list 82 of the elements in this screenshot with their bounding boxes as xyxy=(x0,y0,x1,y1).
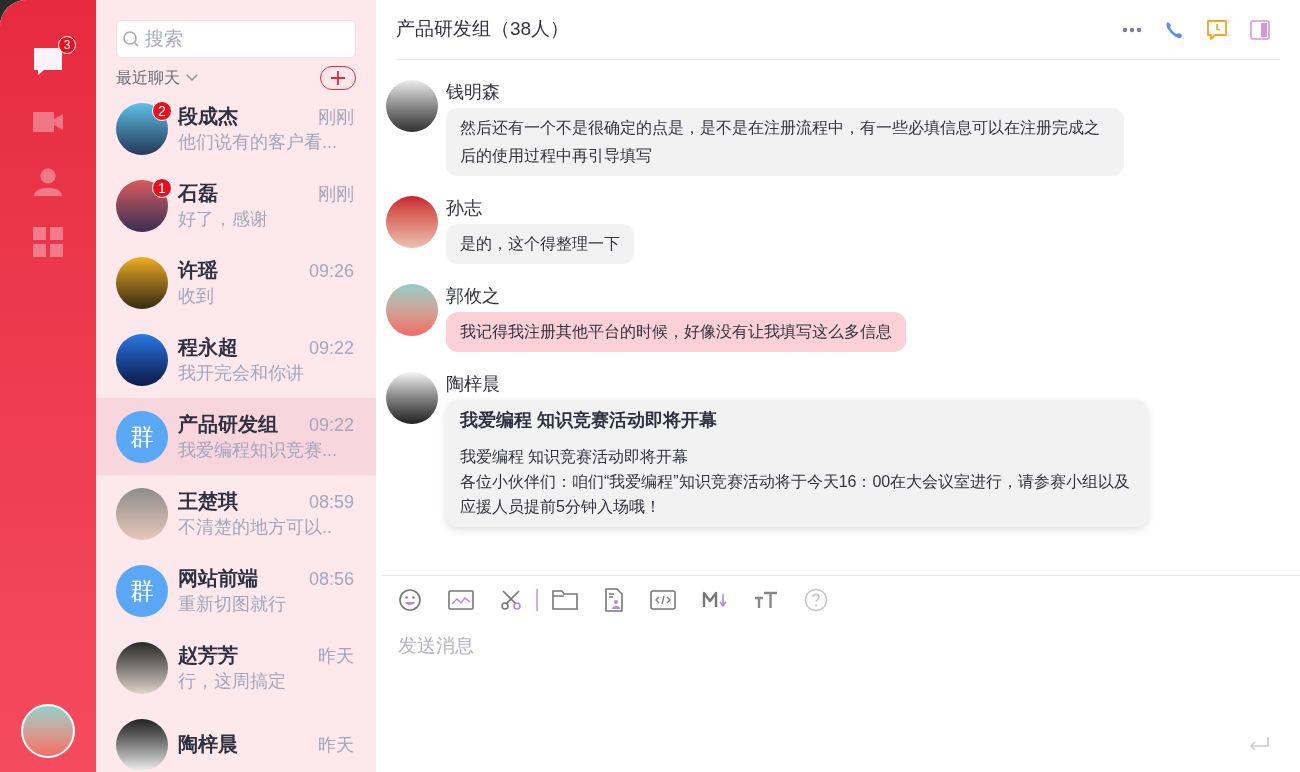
message-time: 09:22 xyxy=(308,337,354,360)
chat-bubble-icon[interactable] xyxy=(32,46,64,78)
scheduled-message-icon[interactable] xyxy=(1206,18,1228,41)
group-avatar: 群 xyxy=(116,410,168,463)
search-field[interactable]: 搜索 xyxy=(116,20,356,58)
message-bubble: 我记得我注册其他平台的时候，好像没有让我填写这么多信息 xyxy=(446,312,906,352)
message-preview: 不清楚的地方可以.. xyxy=(178,516,333,539)
message-preview: 好了，感谢 xyxy=(178,208,269,231)
side-panel-icon[interactable] xyxy=(1250,19,1270,40)
message-time: 昨天 xyxy=(318,734,354,757)
avatar-photo-placeholder xyxy=(116,718,168,771)
card-title: 我爱编程 知识竞赛活动即将开幕 xyxy=(460,409,718,432)
sender-name: 孙志 xyxy=(446,197,482,220)
sender-name: 陶梓晨 xyxy=(446,373,500,396)
contact-name: 网站前端 xyxy=(178,566,258,591)
message-preview: 重新切图就行 xyxy=(178,593,287,616)
contact-name: 产品研发组 xyxy=(178,412,278,437)
message-time: 刚刚 xyxy=(318,183,354,206)
contact-name: 石磊 xyxy=(178,181,218,206)
avatar-photo-placeholder xyxy=(116,256,168,309)
avatar-photo-placeholder xyxy=(116,102,168,155)
folder-icon[interactable] xyxy=(551,590,578,610)
plus-icon xyxy=(330,70,346,86)
message-time: 08:56 xyxy=(308,568,354,591)
contact-name: 段成杰 xyxy=(178,104,238,129)
chat-list-item[interactable]: 陶梓晨 昨天 xyxy=(96,706,376,772)
more-icon[interactable] xyxy=(1122,26,1142,33)
phone-icon[interactable] xyxy=(1164,19,1184,40)
scissors-icon[interactable] xyxy=(500,589,522,611)
font-size-icon[interactable] xyxy=(753,590,778,610)
chevron-down-icon xyxy=(186,74,198,82)
avatar-photo-placeholder xyxy=(386,284,438,336)
message-preview: 我开完会和你讲 xyxy=(178,362,305,385)
message-time: 09:26 xyxy=(308,260,354,283)
chat-list-item[interactable]: 群 网站前端 08:56 重新切图就行 xyxy=(96,552,376,629)
chat-list-item[interactable]: 王楚琪 08:59 不清楚的地方可以.. xyxy=(96,475,376,552)
unread-badge: 1 xyxy=(152,177,172,198)
contact-name: 王楚琪 xyxy=(178,489,238,514)
chat-list-item[interactable]: 2 段成杰 刚刚 他们说有的客户看... xyxy=(96,90,376,167)
chat-list-item[interactable]: 群 产品研发组 09:22 我爱编程知识竞赛... xyxy=(96,398,376,475)
message-time: 昨天 xyxy=(318,645,354,668)
contact-name: 陶梓晨 xyxy=(178,732,238,757)
avatar-photo-placeholder xyxy=(116,179,168,232)
message-bubble: 是的，这个得整理一下 xyxy=(446,224,634,264)
message-time: 刚刚 xyxy=(318,106,354,129)
document-icon[interactable] xyxy=(603,588,624,612)
contact-name: 程永超 xyxy=(178,335,238,360)
message-time: 09:22 xyxy=(308,414,354,437)
avatar-photo-placeholder xyxy=(116,333,168,386)
contact-name: 赵芳芳 xyxy=(178,643,238,668)
code-icon[interactable] xyxy=(649,590,676,610)
message-preview: 收到 xyxy=(178,285,215,308)
message-input[interactable]: 发送消息 xyxy=(382,622,1300,736)
notification-badge: 3 xyxy=(58,36,76,54)
message-time: 08:59 xyxy=(308,491,354,514)
avatar-photo-placeholder xyxy=(116,487,168,540)
message-preview: 行，这周搞定 xyxy=(178,670,287,693)
chat-list-item[interactable]: 赵芳芳 昨天 行，这周搞定 xyxy=(96,629,376,706)
message-preview: 他们说有的客户看... xyxy=(178,131,338,154)
avatar-photo-placeholder xyxy=(386,80,438,132)
image-icon[interactable] xyxy=(448,590,474,610)
message-bubble: 然后还有一个不是很确定的点是，是不是在注册流程中，有一些必填信息可以在注册完成之后的使用过程中再引导填写 xyxy=(446,108,1124,176)
card-text: 各位小伙伴们：咱们“我爱编程”知识竞赛活动将于今天16：00在大会议室进行，请参赛小组以及应援人员提前5分钟入场哦！ xyxy=(460,472,1132,517)
search-icon xyxy=(122,30,140,48)
recent-chats-dropdown[interactable]: 最近聊天 xyxy=(116,66,198,90)
card-text: 我爱编程 知识竞赛活动即将开幕 xyxy=(460,447,690,467)
group-avatar: 群 xyxy=(116,564,168,617)
unread-badge: 2 xyxy=(152,100,172,121)
markdown-icon[interactable] xyxy=(701,591,728,609)
contact-name: 许瑶 xyxy=(178,258,218,283)
avatar-photo-placeholder xyxy=(116,641,168,694)
avatar-photo-placeholder xyxy=(386,372,438,424)
chat-list-item[interactable]: 许瑶 09:26 收到 xyxy=(96,244,376,321)
conversation-title: 产品研发组（38人） xyxy=(396,17,570,42)
user-avatar[interactable] xyxy=(21,704,75,758)
sender-name: 钱明森 xyxy=(446,81,500,104)
chat-list-item[interactable]: 1 石磊 刚刚 好了，感谢 xyxy=(96,167,376,244)
emoji-icon[interactable] xyxy=(398,588,422,612)
avatar-photo-placeholder xyxy=(386,196,438,248)
sender-name: 郭攸之 xyxy=(446,285,500,308)
message-preview: 我爱编程知识竞赛... xyxy=(178,439,338,462)
chat-list-item[interactable]: 程永超 09:22 我开完会和你讲 xyxy=(96,321,376,398)
